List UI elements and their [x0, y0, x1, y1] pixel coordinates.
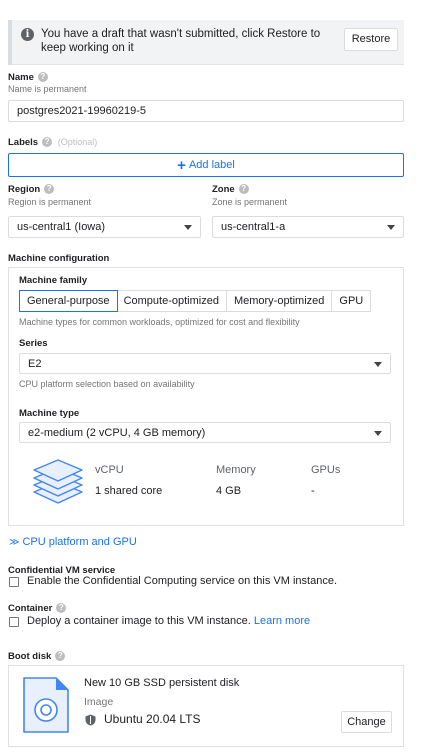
- zone-label-text: Zone: [212, 184, 235, 195]
- machine-family-tabs: General-purpose Compute-optimized Memory…: [19, 290, 372, 312]
- labels-label: Labels? (Optional): [8, 137, 97, 148]
- info-icon: i: [21, 28, 34, 41]
- double-chevron-down-icon: ≫: [9, 537, 20, 548]
- tab-general-purpose[interactable]: General-purpose: [19, 290, 118, 312]
- machine-type-value: e2-medium (2 vCPU, 4 GB memory): [28, 426, 206, 439]
- spec-header-memory: Memory: [216, 464, 256, 476]
- name-label-text: Name: [8, 72, 34, 83]
- dropdown-arrow-icon: [387, 225, 395, 230]
- container-checkbox[interactable]: [9, 617, 19, 627]
- add-label-text: Add label: [188, 159, 235, 171]
- help-icon[interactable]: ?: [55, 651, 66, 662]
- plus-icon: +: [177, 156, 186, 174]
- help-icon[interactable]: ?: [42, 137, 53, 148]
- tab-memory-optimized[interactable]: Memory-optimized: [226, 291, 333, 311]
- draft-message: You have a draft that wasn't submitted, …: [41, 28, 321, 54]
- container-label: Container?: [8, 603, 67, 614]
- boot-disk-image-value: Ubuntu 20.04 LTS: [104, 712, 201, 726]
- help-icon[interactable]: ?: [37, 72, 48, 83]
- draft-banner: i You have a draft that wasn't submitted…: [8, 20, 404, 65]
- change-boot-disk-button[interactable]: Change: [341, 711, 392, 733]
- tab-gpu[interactable]: GPU: [332, 291, 371, 311]
- spec-header-gpus: GPUs: [311, 464, 341, 476]
- region-hint: Region is permanent: [8, 197, 92, 207]
- confidential-vm-checkbox[interactable]: [9, 577, 19, 587]
- spec-value-memory: 4 GB: [216, 485, 242, 497]
- restore-button[interactable]: Restore: [344, 28, 398, 51]
- labels-label-text: Labels: [8, 137, 39, 148]
- tab-compute-optimized[interactable]: Compute-optimized: [116, 291, 227, 311]
- help-icon[interactable]: ?: [56, 603, 67, 614]
- machine-stack-icon: [33, 459, 83, 504]
- container-text: Deploy a container image to this VM inst…: [27, 615, 251, 627]
- machine-family-label: Machine family: [19, 275, 88, 286]
- zone-select[interactable]: us-central1-a: [212, 216, 404, 238]
- name-input[interactable]: postgres2021-19960219-5: [8, 100, 404, 122]
- dropdown-arrow-icon: [184, 225, 192, 230]
- cpu-platform-gpu-text: CPU platform and GPU: [22, 536, 137, 548]
- machine-config-title: Machine configuration: [8, 253, 110, 264]
- series-description: CPU platform selection based on availabi…: [19, 379, 195, 389]
- machine-family-description: Machine types for common workloads, opti…: [19, 317, 300, 327]
- shield-icon: [85, 714, 96, 726]
- help-icon[interactable]: ?: [44, 184, 55, 195]
- optional-tag: (Optional): [57, 137, 98, 147]
- zone-label: Zone?: [212, 184, 249, 195]
- series-select[interactable]: E2: [19, 353, 391, 374]
- add-label-button[interactable]: + Add label: [8, 153, 404, 177]
- spec-value-gpus: -: [311, 485, 315, 497]
- help-icon[interactable]: ?: [238, 184, 249, 195]
- name-hint: Name is permanent: [8, 84, 87, 94]
- name-input-value: postgres2021-19960219-5: [17, 105, 147, 117]
- region-select-value: us-central1 (Iowa): [17, 221, 106, 233]
- confidential-vm-text: Enable the Confidential Computing servic…: [27, 575, 338, 587]
- spec-header-vcpu: vCPU: [95, 464, 124, 476]
- disk-icon: [23, 677, 69, 733]
- boot-disk-label-text: Boot disk: [8, 651, 52, 662]
- learn-more-link[interactable]: Learn more: [254, 615, 310, 627]
- region-select[interactable]: us-central1 (Iowa): [8, 216, 201, 238]
- container-label-text: Container: [8, 603, 53, 614]
- series-select-value: E2: [28, 357, 42, 370]
- series-label: Series: [19, 338, 48, 349]
- machine-type-label: Machine type: [19, 408, 80, 419]
- cpu-platform-gpu-link[interactable]: ≫ CPU platform and GPU: [9, 536, 137, 548]
- region-label-text: Region: [8, 184, 41, 195]
- boot-disk-title: New 10 GB SSD persistent disk: [84, 677, 240, 689]
- dropdown-arrow-icon: [374, 361, 382, 367]
- spec-value-vcpu: 1 shared core: [95, 485, 163, 497]
- boot-disk-label: Boot disk?: [8, 651, 66, 662]
- machine-type-select[interactable]: e2-medium (2 vCPU, 4 GB memory): [19, 422, 391, 443]
- container-text-row: Deploy a container image to this VM inst…: [27, 615, 310, 627]
- zone-hint: Zone is permanent: [212, 197, 288, 207]
- zone-select-value: us-central1-a: [221, 221, 286, 233]
- region-label: Region?: [8, 184, 55, 195]
- dropdown-arrow-icon: [374, 430, 382, 436]
- name-label: Name?: [8, 72, 48, 83]
- boot-disk-image-label: Image: [84, 696, 114, 708]
